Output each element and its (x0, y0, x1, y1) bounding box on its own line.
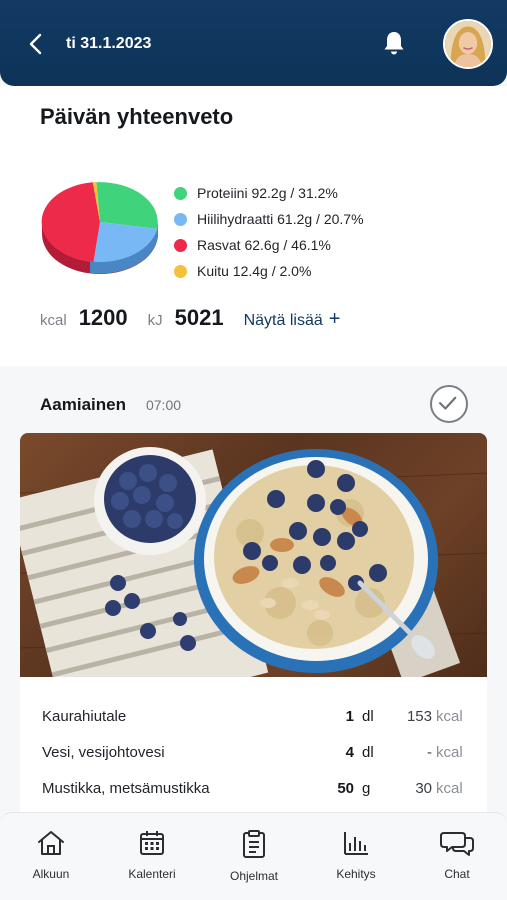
home-icon (38, 831, 64, 855)
list-item[interactable]: Mustikka, metsämustikka 50 g 30 kcal (42, 773, 466, 803)
meal-name: Aamiainen (40, 395, 126, 414)
kcal-label: kcal (40, 312, 67, 329)
energy-summary: kcal 1200 kJ 5021 Näytä lisää + (40, 305, 340, 331)
fat-color-dot (174, 238, 187, 252)
macro-legend: Proteiini 92.2g / 31.2% Hiilihydraatti 6… (174, 180, 364, 284)
tab-label: Ohjelmat (229, 869, 279, 883)
meal-time: 07:00 (145, 397, 182, 413)
food-unit: dl (362, 743, 374, 761)
calendar-icon (140, 831, 164, 855)
meal-complete-button[interactable] (430, 385, 468, 423)
tab-label: Chat (444, 867, 470, 881)
tab-label: Kalenteri (128, 867, 176, 881)
meal-photo (20, 433, 487, 677)
food-unit: dl (362, 707, 374, 725)
bell-icon[interactable] (382, 30, 406, 56)
legend-label: Rasvat 62.6g / 46.1% (197, 237, 331, 253)
kj-label: kJ (147, 312, 163, 329)
food-amount: 4 (345, 743, 354, 761)
protein-color-dot (174, 186, 187, 200)
tab-label: Alkuun (32, 867, 70, 881)
chat-icon (440, 832, 474, 856)
food-name: Kaurahiutale (42, 707, 127, 725)
checkmark-icon (438, 396, 457, 410)
legend-item-carbs: Hiilihydraatti 61.2g / 20.7% (174, 206, 364, 232)
list-item[interactable]: Kaurahiutale 1 dl 153 kcal (42, 701, 466, 731)
legend-item-fiber: Kuitu 12.4g / 2.0% (174, 258, 364, 284)
food-name: Mustikka, metsämustikka (42, 779, 210, 797)
show-more-link[interactable]: Näytä lisää + (244, 308, 341, 331)
food-unit: g (362, 779, 371, 797)
date-title[interactable]: ti 31.1.2023 (66, 35, 151, 53)
legend-label: Proteiini 92.2g / 31.2% (197, 185, 338, 201)
macro-pie-chart (41, 182, 158, 274)
tab-label: Kehitys (336, 867, 376, 881)
food-kcal: 153 (406, 707, 432, 725)
food-kcal: - (427, 743, 432, 761)
avatar[interactable] (443, 19, 493, 69)
legend-item-protein: Proteiini 92.2g / 31.2% (174, 180, 364, 206)
bar-chart-icon (344, 832, 368, 855)
legend-label: Kuitu 12.4g / 2.0% (197, 263, 312, 279)
food-kcal-unit: kcal (436, 779, 463, 797)
food-amount: 1 (345, 707, 354, 725)
meal-food-list: Kaurahiutale 1 dl 153 kcal Vesi, vesijoh… (20, 677, 487, 817)
plus-icon: + (328, 308, 341, 330)
carbs-color-dot (174, 212, 187, 226)
clipboard-icon (243, 830, 265, 858)
oatmeal-illustration (20, 447, 487, 677)
tab-progress[interactable]: Kehitys (316, 829, 396, 881)
food-kcal: 30 (415, 779, 432, 797)
food-kcal-unit: kcal (436, 743, 463, 761)
tab-chat[interactable]: Chat (417, 829, 497, 881)
tab-programs[interactable]: Ohjelmat (214, 829, 294, 883)
kj-value: 5021 (174, 305, 224, 330)
tab-calendar[interactable]: Kalenteri (112, 829, 192, 881)
list-item[interactable]: Vesi, vesijohtovesi 4 dl - kcal (42, 737, 466, 767)
bottom-tab-bar: Alkuun Kalenteri Ohjelmat Kehitys Chat (0, 812, 507, 900)
show-more-label: Näytä lisää (243, 312, 323, 329)
food-kcal-unit: kcal (436, 707, 463, 725)
meal-header: Aamiainen 07:00 (40, 395, 181, 415)
legend-label: Hiilihydraatti 61.2g / 20.7% (197, 211, 364, 227)
back-arrow-icon[interactable] (26, 32, 46, 56)
legend-item-fat: Rasvat 62.6g / 46.1% (174, 232, 364, 258)
tab-home[interactable]: Alkuun (11, 829, 91, 881)
food-amount: 50 (337, 779, 354, 797)
food-name: Vesi, vesijohtovesi (42, 743, 165, 761)
fiber-color-dot (174, 264, 187, 278)
page-title: Päivän yhteenveto (40, 104, 234, 129)
top-app-bar: ti 31.1.2023 (0, 0, 507, 86)
kcal-value: 1200 (78, 305, 128, 330)
